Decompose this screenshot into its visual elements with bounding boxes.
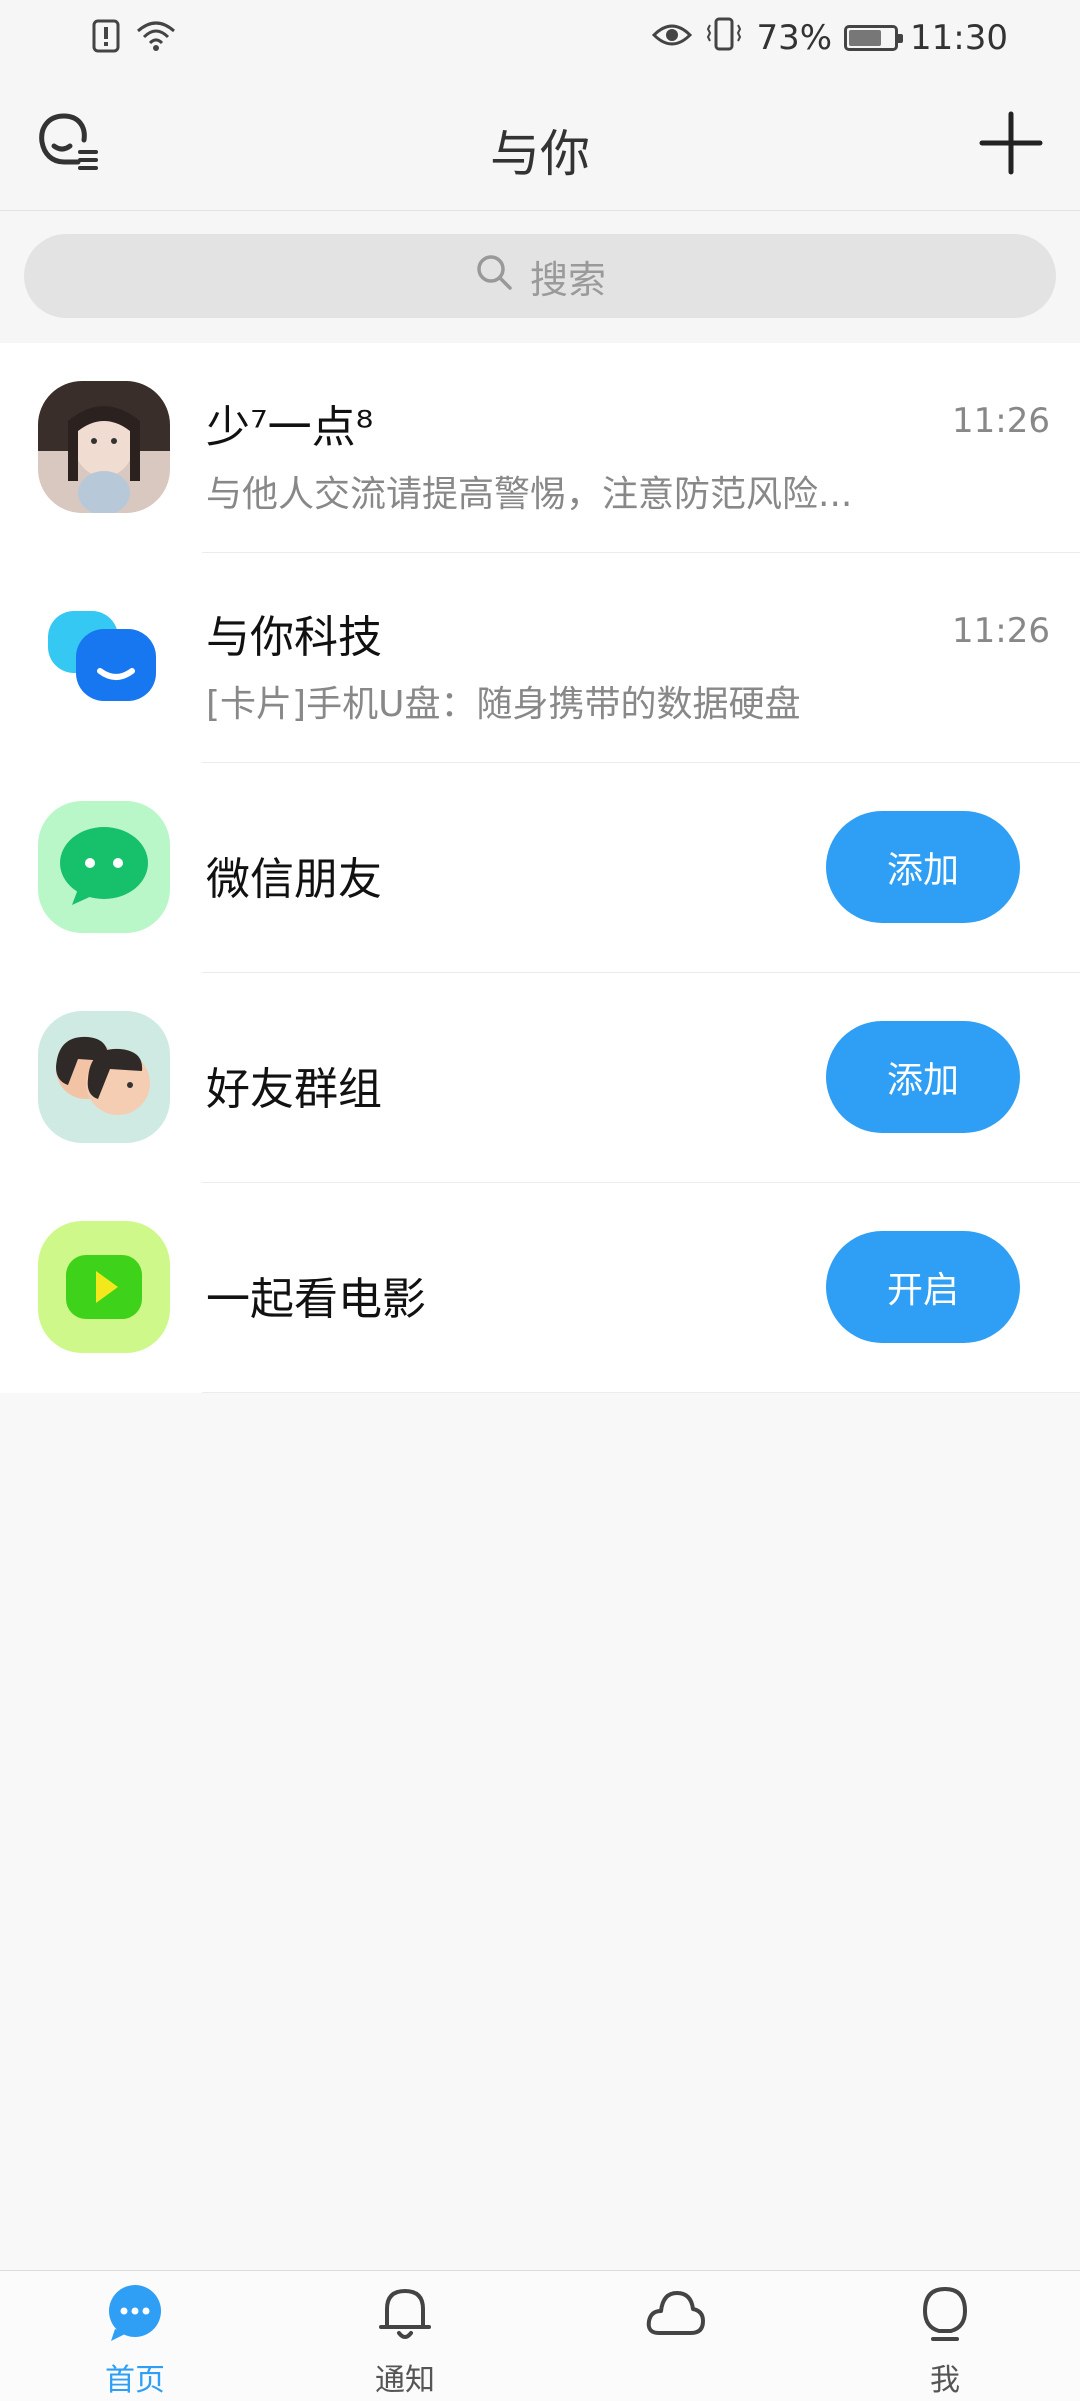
tab-label: 我 — [930, 2363, 960, 2398]
conversation-list: 少⁷一点⁸ 11:26 与他人交流请提高警惕，注意防范风险... 与你科技 11… — [0, 343, 1080, 1393]
conversation-preview: 与他人交流请提高警惕，注意防范风险... — [206, 474, 853, 515]
clock: 11:30 — [910, 18, 1008, 58]
feature-row-group: 好友群组 添加 — [0, 973, 1080, 1183]
conversation-name: 少⁷一点⁸ — [206, 402, 374, 453]
app-logo-icon — [38, 591, 170, 723]
wifi-icon — [136, 19, 176, 57]
feature-name: 一起看电影 — [206, 1274, 426, 1325]
app-header: 与你 — [0, 80, 1080, 211]
page-title: 与你 — [490, 125, 590, 183]
battery-fill — [849, 30, 882, 46]
tab-profile[interactable]: 我 — [810, 2271, 1080, 2401]
tab-label: 通知 — [375, 2363, 435, 2398]
conversation-preview: [卡片]手机U盘：随身携带的数据硬盘 — [206, 684, 801, 725]
feature-name: 微信朋友 — [206, 854, 382, 905]
bell-icon — [375, 2283, 435, 2343]
user-avatar — [38, 381, 170, 513]
tab-home[interactable]: 首页 — [0, 2271, 270, 2401]
video-play-icon — [38, 1221, 170, 1353]
feature-row-movie: 一起看电影 开启 — [0, 1183, 1080, 1393]
vibrate-icon — [704, 17, 744, 60]
conversation-row[interactable]: 少⁷一点⁸ 11:26 与他人交流请提高警惕，注意防范风险... — [0, 343, 1080, 553]
add-wechat-button[interactable]: 添加 — [826, 811, 1020, 923]
battery-icon — [844, 25, 904, 51]
tab-label: 首页 — [105, 2363, 165, 2398]
feature-name: 好友群组 — [206, 1064, 382, 1115]
group-icon — [38, 1011, 170, 1143]
profile-icon — [915, 2283, 975, 2343]
bottom-nav: 首页 通知 我 — [0, 2270, 1080, 2401]
status-right: 73% 11:30 — [652, 17, 1008, 60]
search-placeholder: 搜索 — [529, 257, 606, 302]
battery-percent: 73% — [756, 18, 833, 58]
enable-movie-button[interactable]: 开启 — [826, 1231, 1020, 1343]
search-container: 搜索 — [0, 211, 1080, 343]
status-left — [92, 18, 176, 58]
conversation-time: 11:26 — [952, 611, 1050, 651]
status-bar: 73% 11:30 — [0, 0, 1080, 80]
wechat-icon — [38, 801, 170, 933]
add-icon[interactable] — [978, 110, 1044, 176]
eye-icon — [652, 18, 693, 58]
feature-row-wechat: 微信朋友 添加 — [0, 763, 1080, 973]
tab-notifications[interactable]: 通知 — [270, 2271, 540, 2401]
tab-cloud[interactable] — [540, 2271, 810, 2401]
add-group-button[interactable]: 添加 — [826, 1021, 1020, 1133]
chat-bubble-icon — [105, 2283, 165, 2343]
alert-icon — [92, 19, 122, 57]
conversation-time: 11:26 — [952, 401, 1050, 441]
search-input[interactable]: 搜索 — [24, 234, 1056, 318]
cloud-icon — [645, 2283, 705, 2343]
search-icon — [474, 252, 514, 301]
divider — [202, 1392, 1080, 1393]
conversation-row[interactable]: 与你科技 11:26 [卡片]手机U盘：随身携带的数据硬盘 — [0, 553, 1080, 763]
conversation-name: 与你科技 — [206, 612, 382, 663]
